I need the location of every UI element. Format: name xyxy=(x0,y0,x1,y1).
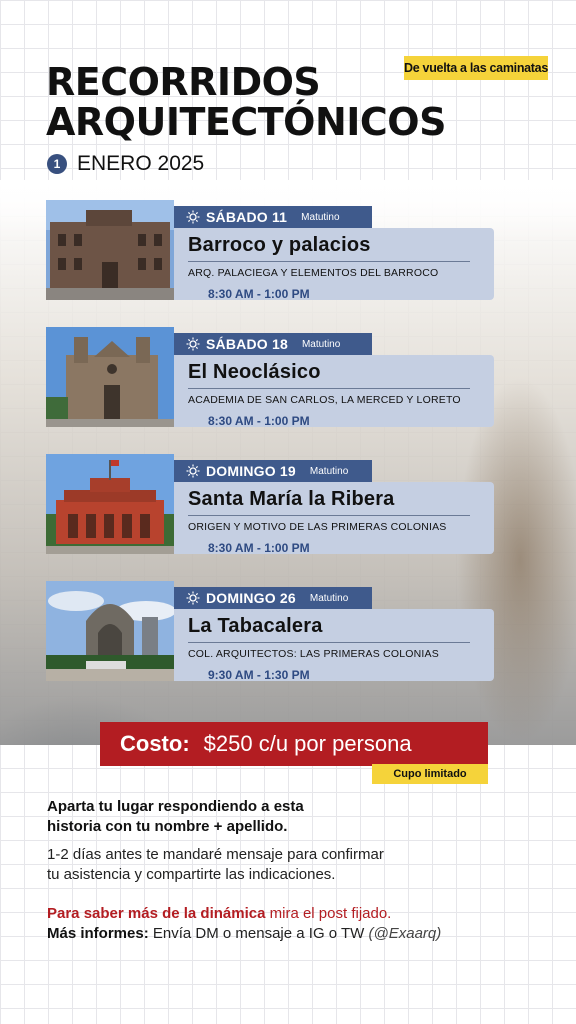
event-subtitle: ORIGEN Y MOTIVO DE LAS PRIMERAS COLONIAS xyxy=(188,521,447,533)
event-card: SÁBADO 11 Matutino Barroco y palacios AR… xyxy=(46,200,496,304)
event-day-tag: DOMINGO 19 Matutino xyxy=(174,460,372,482)
month-label: ENERO 2025 xyxy=(77,152,205,175)
event-card: DOMINGO 26 Matutino La Tabacalera COL. A… xyxy=(46,581,496,685)
event-name: Barroco y palacios xyxy=(188,234,371,256)
event-time: 8:30 AM - 1:00 PM xyxy=(208,414,310,428)
event-shift: Matutino xyxy=(301,338,341,350)
sun-icon xyxy=(186,464,200,478)
reserve-instructions: Aparta tu lugar respondiendo a esta hist… xyxy=(47,797,304,837)
divider xyxy=(188,642,470,643)
event-photo-church xyxy=(46,327,174,427)
sun-icon xyxy=(186,337,200,351)
event-card: DOMINGO 19 Matutino Santa María la Riber… xyxy=(46,454,496,558)
event-shift: Matutino xyxy=(301,211,340,223)
event-time: 8:30 AM - 1:00 PM xyxy=(208,541,310,555)
limited-badge: Cupo limitado xyxy=(372,764,488,784)
title-line-1: RECORRIDOS xyxy=(46,60,321,104)
social-handle: (@Exaarq) xyxy=(368,925,442,942)
contact-line: Más informes: Envía DM o mensaje a IG o … xyxy=(47,924,441,944)
event-day: DOMINGO 19 xyxy=(206,463,296,479)
divider xyxy=(188,388,470,389)
reserve-line-2: historia con tu nombre + apellido. xyxy=(47,818,288,835)
event-photo-monument xyxy=(46,581,174,681)
event-subtitle: COL. ARQUITECTOS: LAS PRIMERAS COLONIAS xyxy=(188,648,439,660)
more-info-highlight: Para saber más de la dinámica xyxy=(47,905,266,922)
divider xyxy=(188,515,470,516)
event-name: El Neoclásico xyxy=(188,361,321,383)
event-name: La Tabacalera xyxy=(188,615,323,637)
divider xyxy=(188,261,470,262)
event-shift: Matutino xyxy=(309,465,349,477)
event-day-tag: SÁBADO 18 Matutino xyxy=(174,333,372,355)
event-info: Santa María la Ribera ORIGEN Y MOTIVO DE… xyxy=(174,482,494,555)
contact-label: Más informes: xyxy=(47,925,149,942)
event-name: Santa María la Ribera xyxy=(188,488,395,510)
more-info-rest: mira el post fijado. xyxy=(265,905,392,922)
title-line-2: ARQUITECTÓNICOS xyxy=(46,100,446,144)
event-info: El Neoclásico ACADEMIA DE SAN CARLOS, LA… xyxy=(174,355,494,428)
event-time: 8:30 AM - 1:00 PM xyxy=(208,287,310,301)
more-info: Para saber más de la dinámica mira el po… xyxy=(47,904,441,944)
confirmation-line-2: tu asistencia y compartirte las indicaci… xyxy=(47,866,336,883)
month-number-badge: 1 xyxy=(47,154,67,174)
sun-icon xyxy=(186,210,200,224)
event-day: SÁBADO 18 xyxy=(206,336,288,352)
more-info-line: Para saber más de la dinámica mira el po… xyxy=(47,904,441,924)
event-subtitle: ACADEMIA DE SAN CARLOS, LA MERCED Y LORE… xyxy=(188,394,461,406)
cost-label: Costo: xyxy=(120,731,190,756)
event-day: SÁBADO 11 xyxy=(206,209,288,225)
event-info: Barroco y palacios ARQ. PALACIEGA Y ELEM… xyxy=(174,228,494,301)
event-time: 9:30 AM - 1:30 PM xyxy=(208,668,310,682)
cost-banner: Costo: $250 c/u por persona xyxy=(100,722,488,766)
event-day: DOMINGO 26 xyxy=(206,590,296,606)
month-heading: 1 ENERO 2025 xyxy=(47,152,204,176)
event-photo-kiosk xyxy=(46,454,174,554)
event-day-tag: DOMINGO 26 Matutino xyxy=(174,587,372,609)
confirmation-line-1: 1-2 días antes te mandaré mensaje para c… xyxy=(47,846,384,863)
event-info: La Tabacalera COL. ARQUITECTOS: LAS PRIM… xyxy=(174,609,494,682)
event-day-tag: SÁBADO 11 Matutino xyxy=(174,206,372,228)
confirmation-note: 1-2 días antes te mandaré mensaje para c… xyxy=(47,845,384,885)
event-photo-palace xyxy=(46,200,174,300)
page-title: RECORRIDOS ARQUITECTÓNICOS xyxy=(46,62,446,142)
event-shift: Matutino xyxy=(309,592,349,604)
cost-value: $250 c/u por persona xyxy=(203,731,412,756)
event-subtitle: ARQ. PALACIEGA Y ELEMENTOS DEL BARROCO xyxy=(188,267,439,279)
sun-icon xyxy=(186,591,200,605)
reserve-line-1: Aparta tu lugar respondiendo a esta xyxy=(47,798,304,815)
event-card: SÁBADO 18 Matutino El Neoclásico ACADEMI… xyxy=(46,327,496,431)
contact-text: Envía DM o mensaje a IG o TW xyxy=(148,925,369,942)
